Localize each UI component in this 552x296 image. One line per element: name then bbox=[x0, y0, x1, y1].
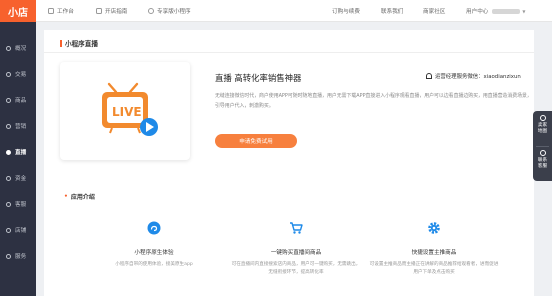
sidebar-item-label: 营销 bbox=[15, 124, 27, 130]
topbar-link-mini-program[interactable]: 专享版小程序 bbox=[148, 0, 191, 22]
mini-program-icon bbox=[148, 8, 154, 14]
float-divider bbox=[536, 146, 549, 147]
funds-icon bbox=[6, 175, 11, 181]
sidebar-item-label: 资金 bbox=[15, 176, 27, 182]
top-bar: 小店 工作台 开店指南 专享版小程序 订购与续费 联系我们 商家社区 用户中心 … bbox=[0, 0, 552, 22]
feature-featured-goods: 快捷设置主推商品 可设置主推商品而主播正在讲解的商品推荐给观看者，进而促进用户下… bbox=[369, 220, 499, 276]
home-icon bbox=[6, 45, 11, 51]
app-intro-title-text: 应用介绍 bbox=[70, 194, 95, 201]
mini-program-native-icon bbox=[147, 221, 161, 235]
sidebar-item-trade[interactable]: 交易 bbox=[0, 65, 36, 83]
topbar-link-label: 专享版小程序 bbox=[157, 9, 191, 15]
live-badge-text: LIVE bbox=[112, 105, 142, 119]
feature-desc: 可设置主推商品而主播正在讲解的商品推荐给观看者，进而促进用户下单及点击购买 bbox=[369, 262, 499, 275]
apply-free-trial-button[interactable]: 申请免费试用 bbox=[215, 134, 297, 148]
topbar-link-contact[interactable]: 联系我们 bbox=[381, 0, 403, 22]
shop-icon bbox=[6, 227, 11, 233]
float-item-label: 联系客服 bbox=[537, 158, 548, 169]
live-illustration-card: LIVE bbox=[60, 62, 190, 160]
app-logo[interactable]: 小店 bbox=[0, 0, 36, 22]
sidebar-item-label: 概况 bbox=[15, 46, 27, 52]
sidebar-item-customer-service[interactable]: 客服 bbox=[0, 195, 36, 213]
live-icon bbox=[6, 149, 11, 155]
float-contact-service[interactable]: 联系客服 bbox=[533, 150, 552, 170]
feature-desc: 小程序自带的使用体验，接美原生app bbox=[115, 262, 193, 267]
page-title: 小程序直播 bbox=[60, 38, 98, 48]
guide-icon bbox=[96, 8, 102, 14]
map-icon bbox=[539, 115, 546, 121]
goods-icon bbox=[6, 97, 11, 103]
hero-title: 直播 高转化率销售神器 bbox=[215, 73, 302, 83]
sidebar-item-label: 店铺 bbox=[15, 228, 27, 234]
sidebar-item-live[interactable]: 直播 bbox=[0, 143, 36, 161]
feature-desc: 可在直播间内直接搜索店内商品，用户可一键购买，无需跳出，无缝衔接环节，提高转化率 bbox=[231, 262, 361, 275]
marketing-icon bbox=[6, 123, 11, 129]
gear-icon bbox=[428, 222, 440, 234]
sidebar-item-overview[interactable]: 概况 bbox=[0, 39, 36, 57]
sidebar: 概况 交易 商品 营销 直播 资金 客服 店铺 服务 bbox=[0, 22, 36, 296]
feature-title: 快捷设置主推商品 bbox=[411, 250, 457, 256]
cart-icon bbox=[290, 222, 303, 234]
trade-icon bbox=[6, 71, 11, 77]
headset-icon bbox=[426, 73, 432, 79]
live-tv-icon: LIVE bbox=[102, 82, 158, 136]
sidebar-item-service[interactable]: 服务 bbox=[0, 247, 36, 265]
topbar-link-subscription[interactable]: 订购与续费 bbox=[332, 0, 360, 22]
user-center-menu[interactable]: 用户中心 ▼ bbox=[466, 0, 525, 22]
floating-help-panel: 卖家地图 联系客服 bbox=[533, 111, 552, 181]
workbench-icon bbox=[48, 8, 54, 14]
feature-title: 一键购买直播间商品 bbox=[270, 250, 322, 256]
topbar-link-label: 工作台 bbox=[57, 9, 74, 15]
feature-title: 小程序原生体验 bbox=[134, 250, 174, 256]
sidebar-item-funds[interactable]: 资金 bbox=[0, 169, 36, 187]
sidebar-item-label: 客服 bbox=[15, 202, 27, 208]
main-panel: 小程序直播 LIVE 直播 高转化率销售神器 运营经理服务微信：xiaodian… bbox=[44, 30, 534, 296]
hero-description: 无缝连接微信时代，商户使用APP可随时随地直播，用户无需下载APP直接进入小程序… bbox=[215, 93, 532, 109]
sidebar-item-label: 直播 bbox=[15, 150, 27, 156]
app-intro-title: • 应用介绍 bbox=[64, 192, 95, 201]
float-seller-map[interactable]: 卖家地图 bbox=[533, 115, 552, 135]
sidebar-item-goods[interactable]: 商品 bbox=[0, 91, 36, 109]
service-icon bbox=[6, 253, 11, 259]
sidebar-item-label: 交易 bbox=[15, 72, 27, 78]
sidebar-item-marketing[interactable]: 营销 bbox=[0, 117, 36, 135]
sidebar-item-label: 商品 bbox=[15, 98, 27, 104]
title-accent-bar bbox=[60, 39, 62, 47]
chat-icon bbox=[539, 150, 546, 156]
topbar-link-label: 开店指南 bbox=[105, 9, 128, 15]
customer-service-icon bbox=[6, 201, 11, 207]
operation-manager-contact: 运营经理服务微信：xiaodianzixun bbox=[426, 72, 521, 80]
title-divider bbox=[44, 52, 534, 53]
user-center-label: 用户中心 bbox=[466, 9, 489, 15]
contact-label: 运营经理服务微信：xiaodianzixun bbox=[435, 74, 521, 80]
topbar-link-community[interactable]: 商家社区 bbox=[423, 0, 445, 22]
sidebar-item-shop[interactable]: 店铺 bbox=[0, 221, 36, 239]
page-title-text: 小程序直播 bbox=[65, 40, 98, 48]
sidebar-item-label: 服务 bbox=[15, 254, 27, 260]
chevron-down-icon: ▼ bbox=[522, 8, 526, 14]
float-item-label: 卖家地图 bbox=[537, 123, 548, 134]
feature-mini-program-native: 小程序原生体验 小程序自带的使用体验，接美原生app bbox=[89, 220, 219, 269]
user-name-obscured bbox=[492, 8, 521, 14]
topbar-link-guide[interactable]: 开店指南 bbox=[96, 0, 127, 22]
topbar-link-workbench[interactable]: 工作台 bbox=[48, 0, 74, 22]
bullet-dot: • bbox=[64, 193, 68, 200]
feature-one-click-buy: 一键购买直播间商品 可在直播间内直接搜索店内商品，用户可一键购买，无需跳出，无缝… bbox=[231, 220, 361, 276]
